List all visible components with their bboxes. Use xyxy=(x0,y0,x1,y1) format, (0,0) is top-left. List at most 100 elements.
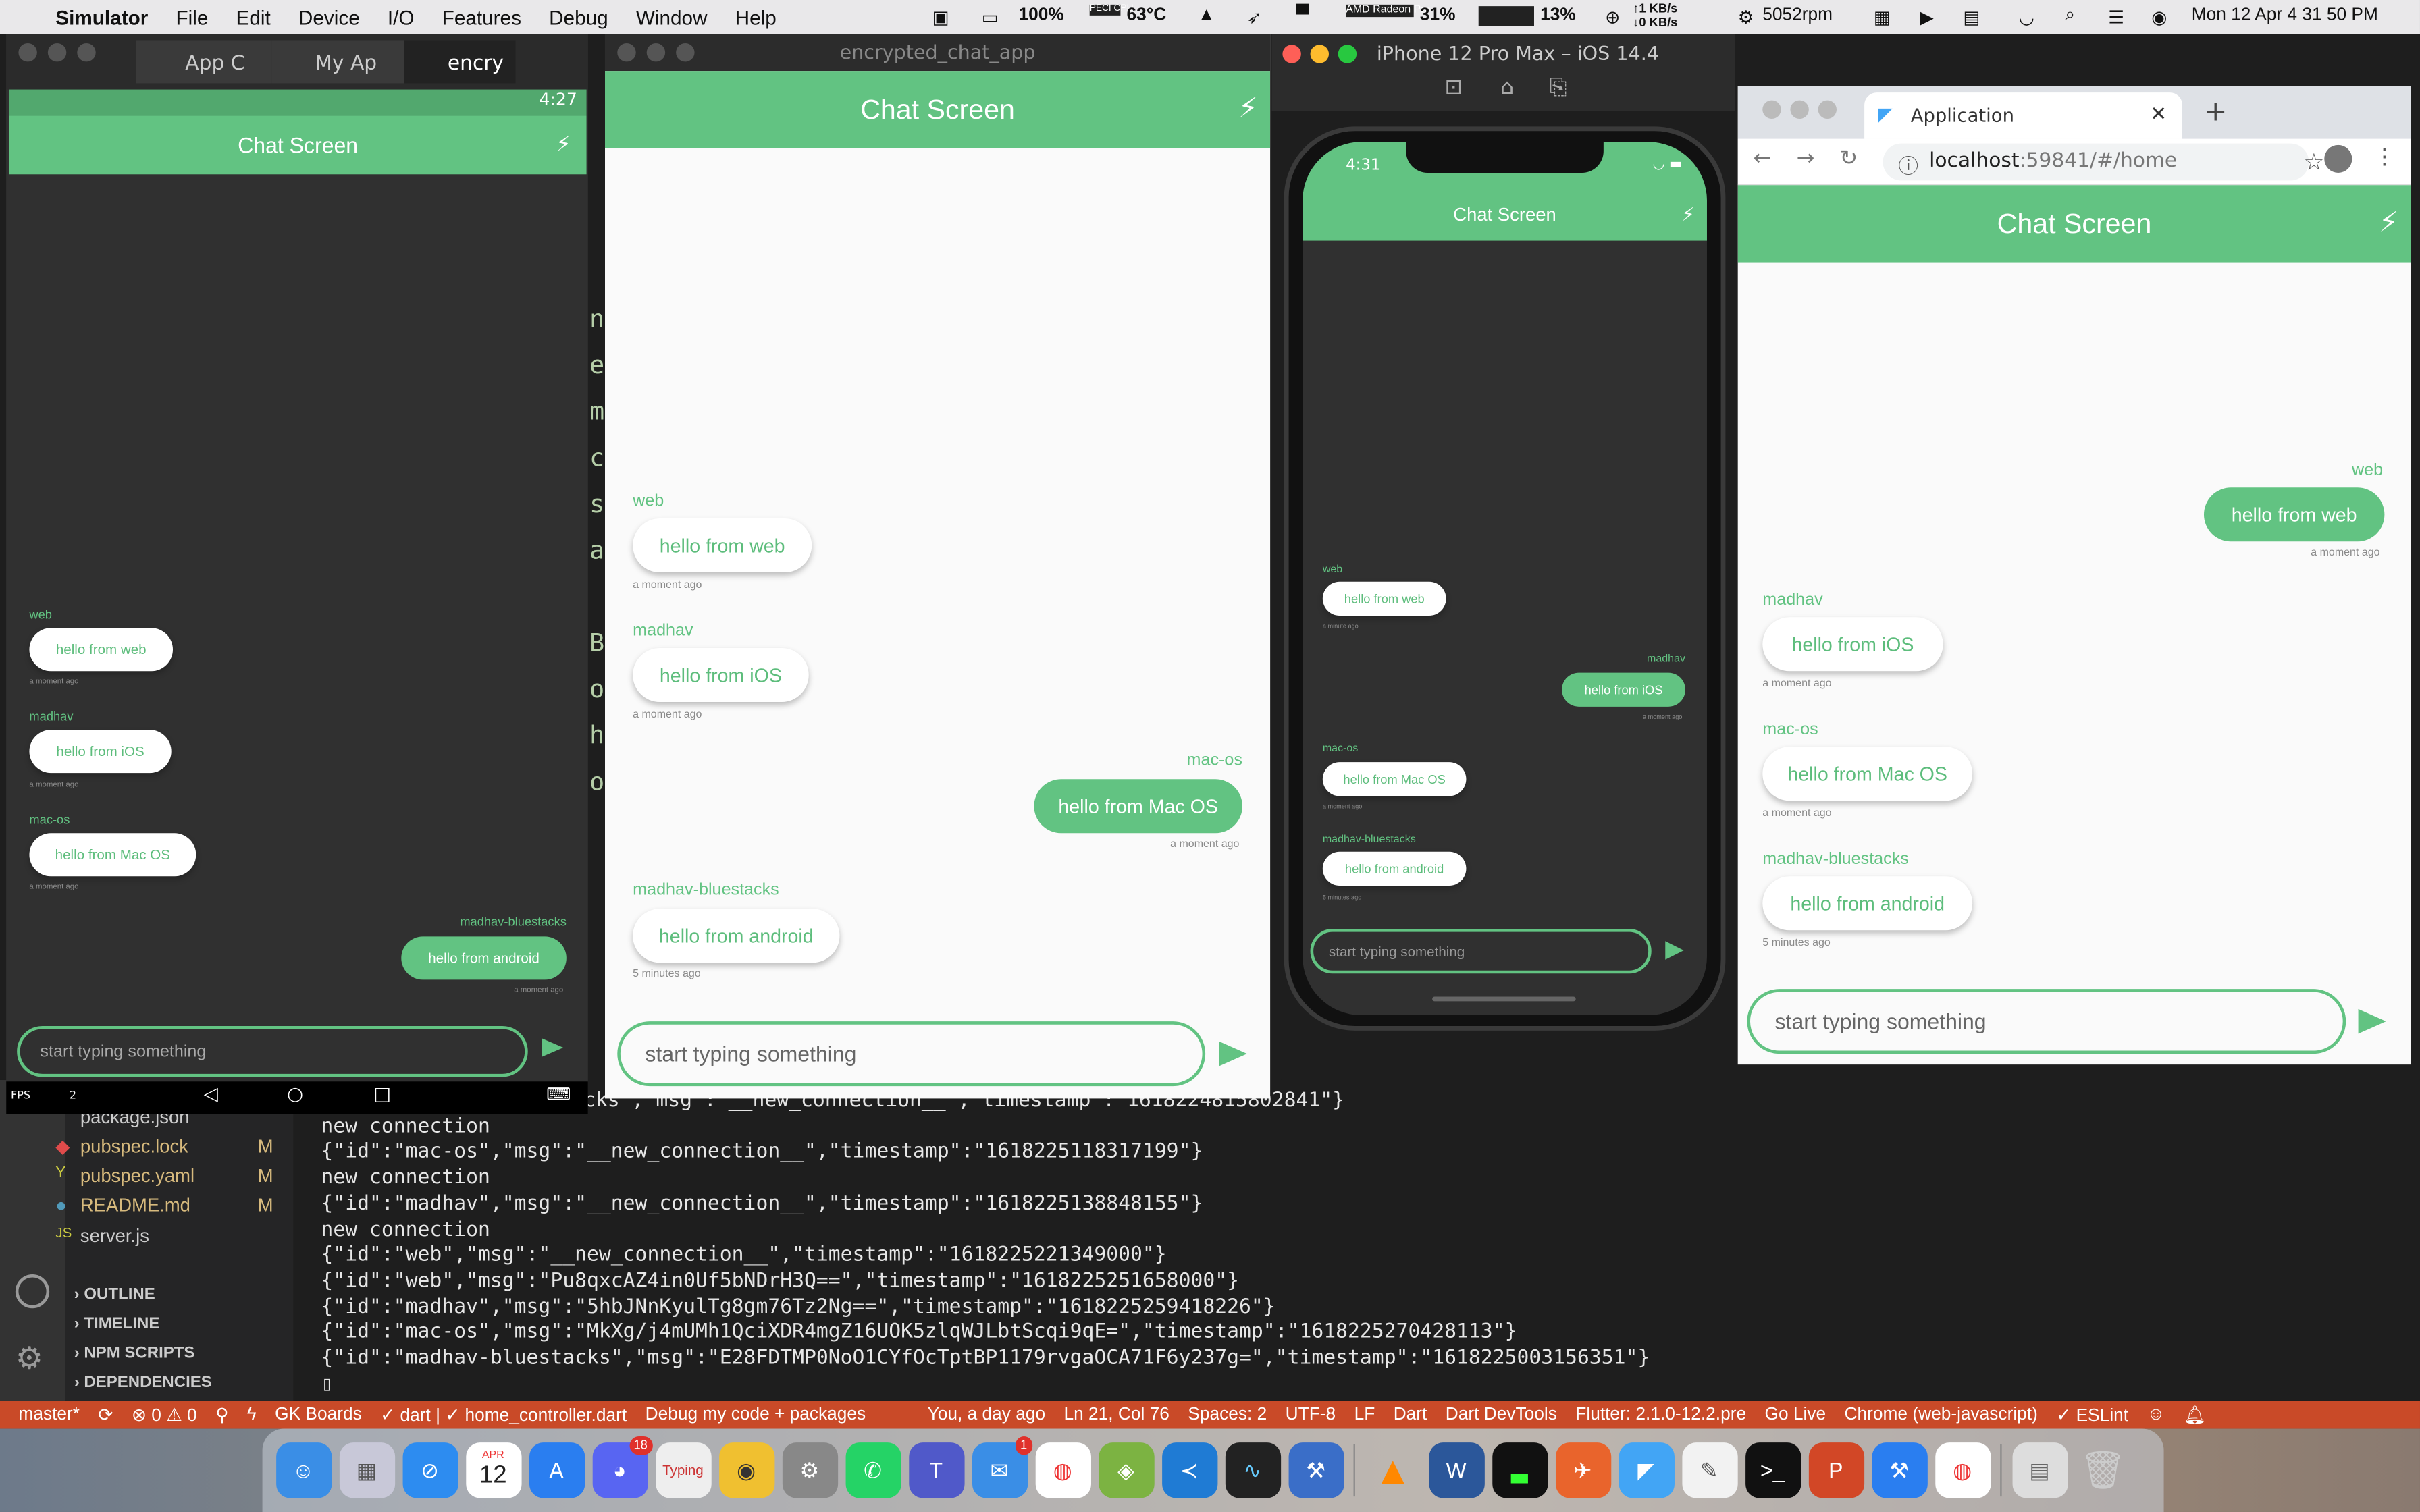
message-bubble[interactable]: hello from android xyxy=(1762,876,1973,931)
message-bubble[interactable]: hello from Mac OS xyxy=(1762,747,1973,801)
minimize-button[interactable] xyxy=(1310,45,1329,63)
message-bubble[interactable]: hello from Mac OS xyxy=(1034,779,1242,834)
whatsapp-dock-icon[interactable]: ✆ xyxy=(845,1442,901,1498)
word-dock-icon[interactable]: W xyxy=(1428,1442,1484,1498)
postman-dock-icon[interactable]: ✈ xyxy=(1554,1442,1611,1498)
message-bubble[interactable]: hello from android xyxy=(401,936,567,980)
reload-icon[interactable]: ↻ xyxy=(1840,146,1858,171)
terminal-output[interactable]: cks","msg":"__new_connection__","timesta… xyxy=(321,1089,1650,1399)
npm-scripts-section[interactable]: › NPM SCRIPTS xyxy=(74,1344,195,1362)
siri-icon[interactable]: ◉ xyxy=(2151,6,2167,28)
message-input[interactable]: start typing something xyxy=(1747,989,2346,1054)
message-bubble[interactable]: hello from web xyxy=(29,628,173,672)
language-mode[interactable]: Dart xyxy=(1394,1405,1427,1424)
settings-gear-icon[interactable]: ⚙ xyxy=(16,1339,43,1376)
rocket-icon[interactable]: ➶ xyxy=(1247,6,1262,28)
terminal-dock-icon[interactable]: >_ xyxy=(1744,1442,1801,1498)
eslint-status[interactable]: ✓ ESLint xyxy=(2056,1404,2128,1426)
cursor-position[interactable]: Ln 21, Col 76 xyxy=(1063,1405,1169,1424)
chrome-dock-icon[interactable]: ◍ xyxy=(1034,1442,1090,1498)
back-arrow-icon[interactable]: ← xyxy=(1754,146,1772,171)
battery-icon[interactable]: ▭ xyxy=(982,6,999,28)
activity-monitor-dock-icon[interactable]: ∿ xyxy=(1224,1442,1280,1498)
zoom-button[interactable] xyxy=(77,43,96,62)
app-store-alt-dock-icon[interactable]: ⚒ xyxy=(1871,1442,1927,1498)
vlc-dock-icon[interactable]: ▲ xyxy=(1365,1442,1421,1498)
home-button-icon[interactable]: ⌂ xyxy=(1500,76,1514,101)
menu-window[interactable]: Window xyxy=(636,5,708,28)
app-store-dock-icon[interactable]: A xyxy=(528,1442,585,1498)
play-icon[interactable]: ▶ xyxy=(1920,6,1933,28)
control-center-icon[interactable]: ☰ xyxy=(2108,6,2124,28)
xcode-dock-icon[interactable]: ⚒ xyxy=(1288,1442,1344,1498)
dart-devtools[interactable]: Dart DevTools xyxy=(1446,1405,1557,1424)
debug-mode[interactable]: Debug my code + packages xyxy=(646,1405,866,1424)
zoom-button[interactable] xyxy=(1818,100,1837,119)
screenshot-icon[interactable]: ⊡ xyxy=(1444,76,1463,101)
flutter-version[interactable]: Flutter: 2.1.0-12.2.pre xyxy=(1575,1405,1746,1424)
menu-features[interactable]: Features xyxy=(442,5,521,28)
fan-icon[interactable]: ⚙ xyxy=(1738,6,1754,28)
recents-icon[interactable]: □ xyxy=(373,1083,391,1105)
message-bubble[interactable]: hello from iOS xyxy=(633,647,809,702)
tab-application[interactable]: ◤ Application ✕ xyxy=(1864,92,2182,139)
line-ending[interactable]: LF xyxy=(1354,1405,1375,1424)
git-blame[interactable]: You, a day ago xyxy=(928,1405,1045,1424)
safari-dock-icon[interactable]: ⊘ xyxy=(402,1442,458,1498)
go-live[interactable]: Go Live xyxy=(1765,1405,1826,1424)
home-icon[interactable]: ○ xyxy=(287,1083,303,1105)
typing-dock-icon[interactable]: Typing xyxy=(655,1442,711,1498)
message-bubble[interactable]: hello from web xyxy=(1322,581,1446,616)
send-icon[interactable] xyxy=(1665,941,1684,960)
menu-help[interactable]: Help xyxy=(735,5,777,28)
network-icon[interactable]: ⊕ xyxy=(1605,6,1620,28)
message-bubble[interactable]: hello from Mac OS xyxy=(29,833,196,877)
wand-icon[interactable]: ⚡︎ xyxy=(2379,207,2398,239)
outline-section[interactable]: › OUTLINE xyxy=(74,1285,155,1303)
message-bubble[interactable]: hello from web xyxy=(633,518,812,572)
info-icon[interactable]: ⓘ xyxy=(1898,150,1918,179)
powerpoint-dock-icon[interactable]: P xyxy=(1808,1442,1864,1498)
menu-simulator[interactable]: Simulator xyxy=(55,5,148,28)
screen-icon[interactable]: ▣ xyxy=(932,6,949,28)
file-item[interactable]: Ypubspec.yaml M xyxy=(55,1165,273,1187)
system-preferences-dock-icon[interactable]: ⚙ xyxy=(781,1442,837,1498)
minimize-button[interactable] xyxy=(1790,100,1809,119)
broadcast-icon[interactable]: ⚲ xyxy=(215,1404,228,1426)
calendar-dock-icon[interactable]: APR 12 xyxy=(465,1442,521,1498)
dependencies-section[interactable]: › DEPENDENCIES xyxy=(74,1373,212,1391)
message-bubble[interactable]: hello from web xyxy=(2203,487,2385,542)
back-icon[interactable]: ◁ xyxy=(204,1083,218,1105)
close-button[interactable] xyxy=(1762,100,1781,119)
wand-icon[interactable]: ⚡︎ xyxy=(1238,92,1258,125)
address-bar[interactable]: ⓘ localhost:59841/#/home ☆ xyxy=(1883,143,2324,181)
message-bubble[interactable]: hello from android xyxy=(633,909,840,963)
tab-encrypted[interactable]: encry xyxy=(404,40,516,84)
encoding[interactable]: UTF-8 xyxy=(1286,1405,1336,1424)
textedit-dock-icon[interactable]: ✎ xyxy=(1681,1442,1737,1498)
message-input[interactable]: start typing something xyxy=(17,1025,528,1077)
menu-file[interactable]: File xyxy=(176,5,208,28)
feedback-icon[interactable]: ☺ xyxy=(2147,1405,2165,1424)
message-bubble[interactable]: hello from iOS xyxy=(1562,672,1685,707)
indentation[interactable]: Spaces: 2 xyxy=(1188,1405,1267,1424)
trash-dock-icon[interactable]: 🗑︎ xyxy=(2075,1442,2130,1498)
rotate-icon[interactable]: ⎘ xyxy=(1550,76,1567,101)
problems-status[interactable]: ⊗ 0 ⚠ 0 xyxy=(132,1404,197,1426)
spotlight-search-icon[interactable]: ⌕ xyxy=(2065,6,2075,26)
owl-dock-icon[interactable]: ◉ xyxy=(718,1442,774,1498)
minimize-button[interactable] xyxy=(646,43,666,62)
flutter-dock-icon[interactable]: ◤ xyxy=(1618,1442,1674,1498)
vscode-dock-icon[interactable]: ≺ xyxy=(1161,1442,1217,1498)
send-icon[interactable] xyxy=(1219,1041,1247,1066)
forward-arrow-icon[interactable]: → xyxy=(1797,146,1815,171)
menu-io[interactable]: I/O xyxy=(388,5,415,28)
close-button[interactable] xyxy=(18,43,37,62)
tab-app-c[interactable]: App C xyxy=(136,40,272,84)
tab-my-ap[interactable]: My Ap xyxy=(271,40,404,84)
teams-dock-icon[interactable]: T xyxy=(908,1442,964,1498)
zoom-button[interactable] xyxy=(676,43,695,62)
mail-dock-icon[interactable]: ✉ 1 xyxy=(971,1436,1032,1498)
bookmark-star-icon[interactable]: ☆ xyxy=(2304,148,2325,176)
message-input[interactable]: start typing something xyxy=(617,1021,1206,1087)
